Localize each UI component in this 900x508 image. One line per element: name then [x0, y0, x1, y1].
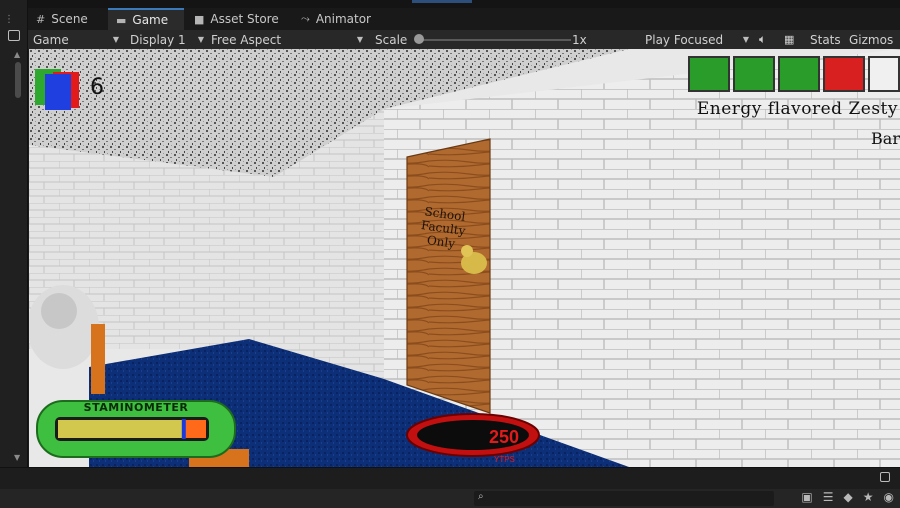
search-input[interactable]: ⌕	[474, 491, 774, 506]
inventory-slot-1[interactable]	[688, 56, 730, 92]
chevron-down-icon: ▼	[112, 35, 119, 44]
inventory-slot-5[interactable]	[868, 56, 900, 92]
scrollbar-thumb[interactable]	[15, 62, 21, 98]
scroll-down-icon[interactable]: ▼	[14, 453, 20, 462]
stamina-label: STAMINOMETER	[83, 401, 189, 414]
item-name: Energy flavored Zesty	[696, 99, 898, 119]
staminometer: STAMINOMETER	[37, 398, 235, 458]
display-dropdown[interactable]: Display 1 ▼	[130, 31, 204, 48]
tab-label: Asset Store	[210, 12, 279, 26]
item-name-continued: Bar	[871, 129, 900, 148]
inventory-slot-3[interactable]	[778, 56, 820, 92]
top-strip	[0, 0, 900, 8]
left-gutter: ⋮ ▲ ▼	[0, 0, 28, 468]
aspect-dropdown-label: Free Aspect	[211, 32, 282, 47]
tab-label: Animator	[315, 12, 371, 26]
tab-scene[interactable]: # Scene	[28, 8, 96, 30]
play-indicator	[412, 0, 472, 3]
bottom-toolbar: ⌕ ▣ ☰ ◆ ★ ◉	[0, 489, 900, 508]
bag-icon: ■	[194, 12, 205, 26]
score-label: YTPS	[494, 455, 515, 464]
panel-icon[interactable]	[8, 30, 20, 41]
scale-value: 1x	[572, 32, 587, 47]
unity-editor-game-window: ⋮ ▲ ▼ # Scene ▬ Game ■ Asset Store ⤳ Ani…	[0, 0, 900, 508]
animator-icon: ⤳	[301, 12, 310, 25]
scale-slider-track[interactable]	[419, 39, 571, 41]
tab-label: Game	[132, 13, 169, 27]
inventory-slot-2[interactable]	[733, 56, 775, 92]
chevron-down-icon: ▼	[742, 35, 749, 44]
scale-slider-handle[interactable]	[414, 34, 424, 44]
chevron-down-icon: ▼	[197, 35, 204, 44]
star-icon[interactable]: ★	[863, 490, 874, 504]
gamepad-icon: ▬	[116, 13, 127, 27]
search-icon: ⌕	[478, 491, 484, 502]
inventory-slot-4[interactable]	[823, 56, 865, 92]
eye-icon[interactable]: ◉	[884, 490, 894, 504]
stats-button[interactable]: Stats	[810, 31, 841, 48]
tab-animator[interactable]: ⤳ Animator	[293, 8, 379, 30]
play-focused-dropdown[interactable]: Play Focused ▼	[645, 31, 749, 48]
stats-grid-icon: ▦	[784, 33, 795, 46]
play-focused-label: Play Focused	[645, 32, 724, 47]
scroll-up-icon[interactable]: ▲	[14, 50, 20, 59]
view-dropdown-label: Game	[33, 32, 69, 47]
tab-label: Scene	[51, 12, 88, 26]
display-dropdown-label: Display 1	[130, 32, 186, 47]
notebook-count: 6	[90, 75, 104, 100]
bottom-icon-group: ▣ ☰ ◆ ★ ◉	[801, 490, 894, 504]
editor-tab-bar: # Scene ▬ Game ■ Asset Store ⤳ Animator	[28, 8, 900, 30]
lock-icon[interactable]	[880, 472, 890, 482]
filter-icon[interactable]: ▣	[801, 490, 812, 504]
list-icon[interactable]: ☰	[823, 490, 834, 504]
chevron-down-icon: ▼	[356, 35, 363, 44]
door-sign: School Faculty Only	[420, 204, 467, 251]
tab-game[interactable]: ▬ Game	[108, 8, 184, 30]
game-viewport[interactable]: 6 Energy flavored Zesty Bar School Facul…	[29, 49, 900, 467]
menu-dots-icon[interactable]: ⋮	[4, 14, 14, 25]
score-value: 250	[489, 427, 520, 447]
aspect-dropdown[interactable]: Free Aspect ▼	[211, 31, 363, 48]
inventory-bar	[688, 56, 900, 92]
tab-asset-store[interactable]: ■ Asset Store	[186, 8, 287, 30]
status-strip	[0, 467, 900, 489]
audio-mute-icon[interactable]: 🔈︎	[759, 31, 766, 48]
gizmos-button[interactable]: Gizmos	[849, 31, 893, 48]
tag-icon[interactable]: ◆	[844, 490, 853, 504]
scale-label: Scale	[375, 32, 408, 47]
game-toolbar: Game ▼ Display 1 ▼ Free Aspect ▼ Scale 1…	[28, 30, 900, 49]
hash-icon: #	[36, 12, 46, 26]
view-dropdown[interactable]: Game ▼	[33, 31, 119, 48]
